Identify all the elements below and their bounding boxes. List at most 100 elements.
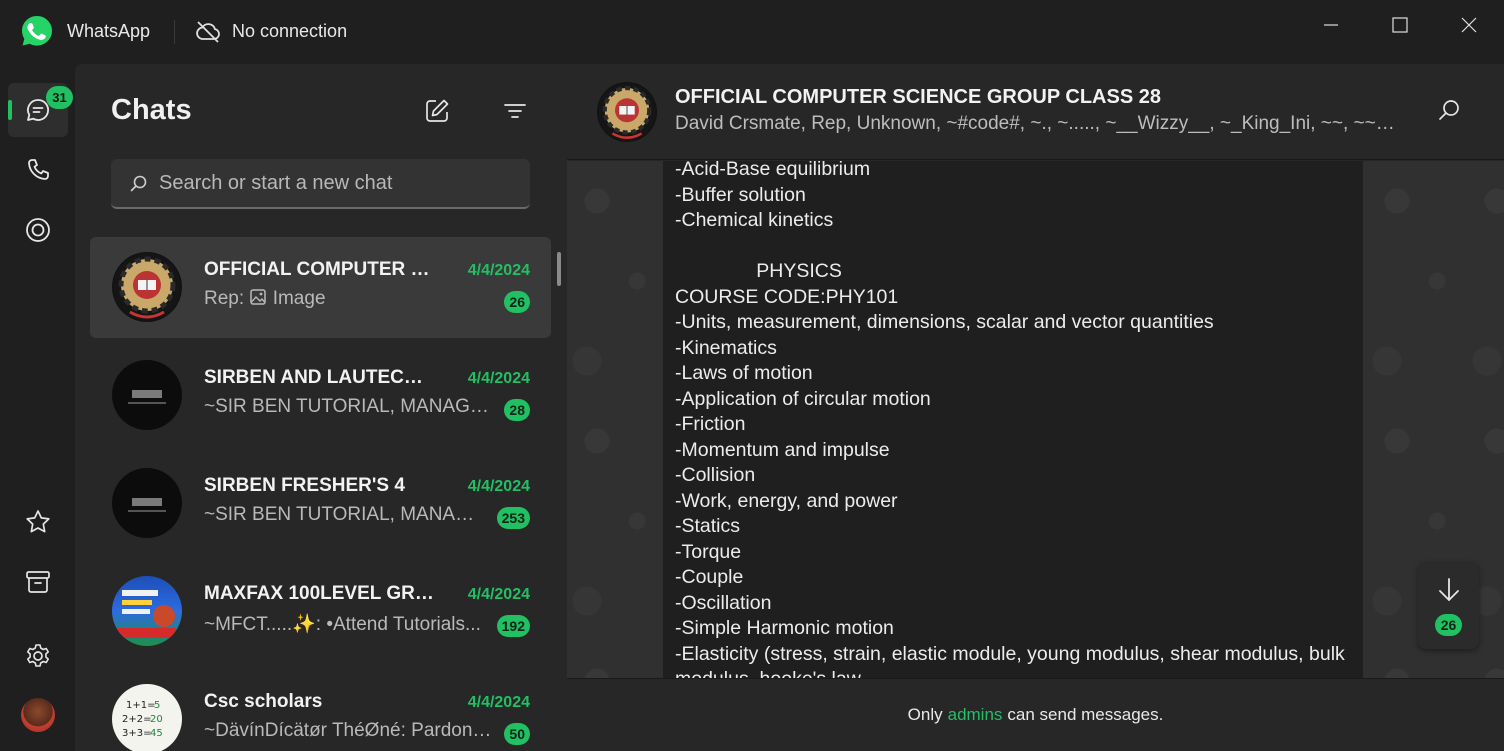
group-logo-icon — [128, 498, 166, 512]
search-placeholder: Search or start a new chat — [159, 172, 393, 194]
image-icon — [250, 289, 267, 305]
message-line: PHYSICS — [675, 260, 842, 282]
admins-link[interactable]: admins — [948, 705, 1003, 725]
chat-date: 4/4/2024 — [467, 586, 530, 603]
unread-badge: 192 — [496, 615, 530, 637]
message-area[interactable]: -Acid-Base equilibrium -Buffer solution -C… — [567, 161, 1504, 678]
filter-icon — [504, 104, 526, 118]
chat-list-item[interactable]: MAXFAX 100LEVEL GROUP 4/4/2024 ~MFCT....… — [90, 561, 551, 662]
chat-avatar — [112, 252, 182, 322]
chat-date: 4/4/2024 — [467, 694, 530, 711]
scroll-to-bottom-button[interactable]: 26 — [1418, 562, 1479, 649]
chat-name: OFFICIAL COMPUTER SCIENCE GROUP CLASS 28 — [204, 259, 434, 280]
math-board-icon: 1+1= 5 2+2= 20 3+3= 45 — [122, 700, 163, 739]
unread-badge: 26 — [504, 291, 530, 313]
message-line: -Chemical kinetics — [675, 209, 834, 231]
search-icon[interactable] — [1435, 97, 1463, 125]
scroll-down-unread-badge: 26 — [1435, 614, 1462, 636]
chat-name: SIRBEN AND LAUTECH FRESHERS — [204, 367, 434, 388]
maximize-button[interactable] — [1366, 0, 1434, 50]
svg-text:1+1=: 1+1= — [126, 700, 155, 711]
svg-text:2+2=: 2+2= — [122, 714, 151, 725]
message-line: -Laws of motion — [675, 362, 813, 384]
close-button[interactable] — [1435, 0, 1503, 50]
message-text: -Acid-Base equilibrium -Buffer solution -C… — [675, 161, 1351, 678]
rail-settings-button[interactable] — [8, 629, 68, 683]
message-line: -Kinematics — [675, 336, 777, 359]
filter-button[interactable] — [498, 94, 532, 128]
rail-status-button[interactable] — [8, 203, 68, 257]
chat-list-panel: Chats Search or start a new chat OFFICIA… — [75, 64, 567, 751]
chat-date: 4/4/2024 — [467, 370, 530, 387]
title-bar: WhatsApp No connection — [0, 0, 1504, 64]
notice-text-after: can send messages. — [1007, 705, 1164, 724]
search-icon — [130, 175, 147, 192]
message-line: -Friction — [675, 413, 746, 435]
chat-list-item[interactable]: OFFICIAL COMPUTER SCIENCE GROUP CLASS 28… — [90, 237, 551, 338]
svg-text:3+3=: 3+3= — [122, 728, 151, 739]
message-line: -Couple — [675, 566, 744, 588]
message-line: modulus, hooke's law — [675, 667, 1351, 678]
chat-last-message: ~DävínDícätør ThéØné: Pardon me — [204, 720, 494, 741]
title-divider — [174, 20, 175, 44]
rail-archived-button[interactable] — [8, 555, 68, 609]
chat-list-item[interactable]: SIRBEN AND LAUTECH FRESHERS 4/4/2024 ~SI… — [90, 345, 551, 446]
minimize-button[interactable] — [1297, 0, 1365, 50]
message-line: -Units, measurement, dimensions, scalar … — [675, 311, 1214, 333]
chat-avatar — [112, 468, 182, 538]
star-icon — [26, 510, 50, 533]
chat-last-message: ~MFCT.....✨: •Attend Tutorials... — [204, 614, 481, 635]
connection-status: No connection — [232, 21, 348, 41]
chat-list-item[interactable]: 1+1= 5 2+2= 20 3+3= 45 Csc scholars 4/4/… — [90, 669, 551, 751]
chat-name: Csc scholars — [204, 691, 323, 712]
message-line: -Oscillation — [675, 591, 772, 614]
chat-date: 4/4/2024 — [467, 478, 530, 495]
rail-chats-button[interactable]: 31 — [8, 83, 73, 137]
chat-name: MAXFAX 100LEVEL GROUP — [204, 583, 434, 604]
chat-avatar — [112, 576, 182, 646]
chat-last-message: ~SIR BEN TUTORIAL, MANAGER: Image — [204, 396, 494, 417]
message-line: -Elasticity (stress, strain, elastic mod… — [675, 642, 1345, 665]
rail-calls-button[interactable] — [8, 143, 68, 197]
admin-only-notice: Only admins can send messages. — [567, 678, 1504, 751]
school-crest-icon — [597, 82, 657, 142]
chat-list-scrollbar[interactable] — [557, 252, 561, 286]
group-logo-icon — [128, 390, 166, 404]
svg-text:45: 45 — [150, 728, 163, 739]
tutorial-poster-icon — [118, 590, 176, 638]
maximize-icon — [1392, 17, 1408, 33]
message-line: -Acid-Base equilibrium — [675, 161, 871, 180]
app-name: WhatsApp — [67, 21, 151, 41]
whatsapp-logo-icon — [22, 16, 52, 46]
message-line: COURSE CODE:PHY101 — [675, 285, 899, 308]
chat-last-message: Rep: Image — [204, 288, 494, 310]
conversation-panel: OFFICIAL COMPUTER SCIENCE GROUP CLASS 28… — [567, 64, 1504, 751]
chat-list-item[interactable]: SIRBEN FRESHER'S 4 4/4/2024 ~SIR BEN TUT… — [90, 453, 551, 554]
chat-last-sender: Rep: — [204, 288, 250, 309]
unread-badge: 253 — [496, 507, 530, 529]
search-input[interactable]: Search or start a new chat — [111, 159, 530, 209]
profile-avatar[interactable] — [21, 698, 55, 732]
unread-badge: 28 — [504, 399, 530, 421]
close-icon — [1461, 17, 1477, 33]
group-avatar[interactable] — [597, 82, 657, 142]
svg-text:20: 20 — [150, 714, 163, 725]
new-chat-button[interactable] — [420, 94, 454, 128]
chat-avatar: 1+1= 5 2+2= 20 3+3= 45 — [112, 684, 182, 751]
message-line: -Simple Harmonic motion — [675, 617, 894, 639]
message-line: -Torque — [675, 540, 742, 563]
archive-icon — [26, 571, 50, 593]
svg-text:5: 5 — [154, 700, 160, 711]
rail-starred-button[interactable] — [8, 495, 68, 549]
chat-name: SIRBEN FRESHER'S 4 — [204, 475, 405, 496]
message-line: -Momentum and impulse — [675, 438, 890, 461]
status-icon — [26, 218, 50, 242]
message-line: -Buffer solution — [675, 183, 806, 206]
phone-icon — [28, 159, 49, 180]
arrow-down-icon — [1439, 578, 1459, 601]
message-bubble[interactable]: -Acid-Base equilibrium -Buffer solution -C… — [663, 161, 1363, 678]
conversation-header[interactable]: OFFICIAL COMPUTER SCIENCE GROUP CLASS 28… — [567, 64, 1504, 160]
message-line: -Application of circular motion — [675, 387, 931, 410]
message-line: -Collision — [675, 464, 756, 486]
message-line: -Statics — [675, 515, 741, 537]
